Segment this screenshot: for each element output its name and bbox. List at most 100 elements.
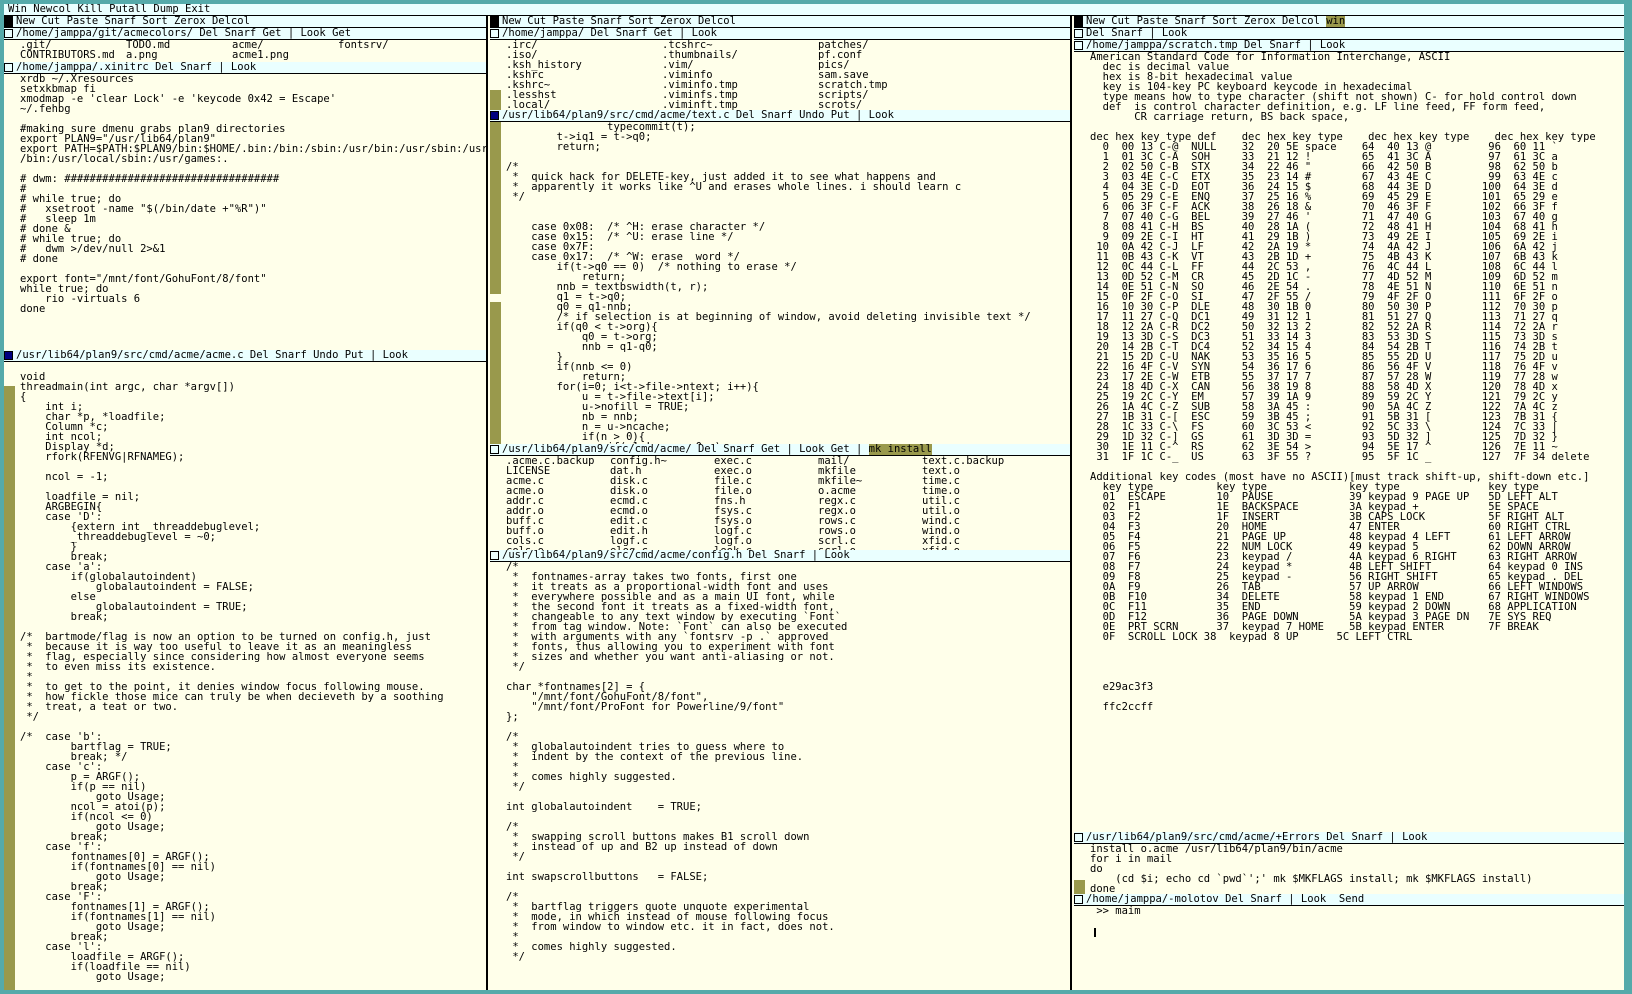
window-scratch-tmp: /home/jamppa/scratch.tmp Del Snarf | Loo… (1074, 40, 1624, 832)
scroll-thumb[interactable] (1074, 844, 1085, 880)
directory-listing[interactable]: .irc/ .iso/ .ksh_history .kshrc .kshrc~ … (506, 40, 1070, 110)
window-handle[interactable] (4, 351, 13, 360)
column-tag-text[interactable]: New Cut Paste Snarf Sort Zerox Delcol wi… (1086, 16, 1346, 27)
scroll-thumb[interactable] (4, 40, 15, 62)
window-tag[interactable]: /home/jamppa/git/acmecolors/ Del Snarf G… (4, 28, 486, 40)
text-body[interactable]: install o.acme /usr/lib64/plan9/bin/acme… (1090, 844, 1624, 894)
column-tag[interactable]: New Cut Paste Snarf Sort Zerox Delcol wi… (1074, 16, 1624, 28)
column-tag[interactable]: New Cut Paste Snarf Sort Zerox Delcol (4, 16, 486, 28)
window-handle[interactable] (4, 29, 13, 38)
window-handle[interactable] (490, 551, 499, 560)
scrollbar[interactable] (490, 40, 501, 110)
listing-column[interactable]: patches/ pf.conf pics/ sam.save scratch.… (818, 40, 974, 110)
scrollbar[interactable] (1074, 52, 1085, 832)
row-tag-text[interactable]: Win Newcol Kill Putall Dump Exit (8, 4, 210, 15)
column-handle[interactable] (490, 16, 499, 27)
scroll-thumb[interactable] (490, 40, 501, 90)
window-molotov: /home/jamppa/-molotov Del Snarf | Look S… (1074, 894, 1624, 990)
column-handle[interactable] (1074, 16, 1083, 27)
scroll-thumb[interactable] (490, 562, 501, 990)
column-handle[interactable] (4, 16, 13, 27)
scroll-thumb[interactable] (490, 294, 501, 302)
window-tag[interactable]: /usr/lib64/plan9/src/cmd/acme/config.h D… (490, 550, 1070, 562)
column-tag[interactable]: New Cut Paste Snarf Sort Zerox Delcol (490, 16, 1070, 28)
window-tag[interactable]: /home/jamppa/-molotov Del Snarf | Look S… (1074, 894, 1624, 906)
window-errors: /usr/lib64/plan9/src/cmd/acme/+Errors De… (1074, 832, 1624, 894)
scroll-thumb[interactable] (4, 362, 15, 386)
text-cursor (1094, 928, 1096, 937)
window-handle[interactable] (1074, 833, 1083, 842)
column-tag-text[interactable]: New Cut Paste Snarf Sort Zerox Delcol (16, 16, 250, 26)
window-acmecolors-dir: /home/jamppa/git/acmecolors/ Del Snarf G… (4, 28, 486, 62)
directory-listing[interactable]: .acme.c.backup LICENSE acme.c acme.o add… (506, 456, 1070, 550)
scrollbar[interactable] (4, 40, 15, 62)
listing-column[interactable]: mail/ mkfile mkfile~ o.acme regx.c regx.… (818, 456, 922, 550)
window-unnamed: Del Snarf | Look (1074, 28, 1624, 40)
scrollbar[interactable] (4, 362, 15, 990)
listing-column[interactable]: config.h~ dat.h disk.c disk.o ecmd.c ecm… (610, 456, 714, 550)
column-2: New Cut Paste Snarf Sort Zerox Delcol /h… (490, 16, 1070, 990)
window-handle[interactable] (1074, 29, 1083, 38)
window-handle[interactable] (490, 445, 499, 454)
window-tag-text[interactable]: Del Snarf | Look (1086, 28, 1187, 38)
column-tag-text[interactable]: New Cut Paste Snarf Sort Zerox Delcol (502, 16, 736, 26)
window-tag[interactable]: /usr/lib64/plan9/src/cmd/acme/acme.c Del… (4, 350, 486, 362)
listing-column[interactable]: .tcshrc~ .thumbnails/ .vim/ .viminfo .vi… (662, 40, 818, 110)
text-body[interactable]: /* * fontnames-array takes two fonts, fi… (506, 562, 1070, 990)
text-body[interactable]: xrdb ~/.Xresources setxkbmap fi xmodmap … (20, 74, 486, 350)
win-command-selection[interactable]: win (1326, 16, 1346, 27)
window-tag-text[interactable]: /usr/lib64/plan9/src/cmd/acme/config.h D… (502, 550, 850, 560)
scroll-thumb[interactable] (4, 74, 15, 350)
window-tag-text[interactable]: /usr/lib64/plan9/src/cmd/acme/+Errors De… (1086, 832, 1427, 842)
listing-column[interactable]: exec.c exec.o file.c file.o fns.h fsys.c… (714, 456, 818, 550)
scrollbar[interactable] (1074, 844, 1085, 894)
window-tag-text[interactable]: /home/jamppa/scratch.tmp Del Snarf | Loo… (1086, 40, 1345, 50)
text-body[interactable]: typecommit(t); t->iq1 = t->q0; return; /… (506, 122, 1070, 444)
listing-column[interactable]: TODO.md a.png (126, 40, 232, 62)
scroll-thumb[interactable] (1074, 52, 1085, 832)
scroll-thumb[interactable] (490, 456, 501, 550)
window-tag[interactable]: /usr/lib64/plan9/src/cmd/acme/ Del Snarf… (490, 444, 1070, 456)
window-handle[interactable] (1074, 895, 1083, 904)
listing-column[interactable]: .irc/ .iso/ .ksh_history .kshrc .kshrc~ … (506, 40, 662, 110)
listing-column[interactable]: acme/ acme1.png (232, 40, 338, 62)
window-tag-text[interactable]: /usr/lib64/plan9/src/cmd/acme/ Del Snarf… (502, 444, 932, 455)
window-tag[interactable]: /home/jamppa/scratch.tmp Del Snarf | Loo… (1074, 40, 1624, 52)
window-handle[interactable] (1074, 41, 1083, 50)
scrollbar[interactable] (490, 562, 501, 990)
listing-column[interactable]: text.c.backup text.o time.c time.o util.… (922, 456, 1026, 550)
window-tag-text[interactable]: /home/jamppa/-molotov Del Snarf | Look S… (1086, 894, 1364, 904)
column-separator[interactable] (1070, 16, 1072, 990)
window-tag-text[interactable]: /usr/lib64/plan9/src/cmd/acme/acme.c Del… (16, 350, 408, 360)
window-tag[interactable]: /home/jamppa/.xinitrc Del Snarf | Look (4, 62, 486, 74)
listing-column[interactable]: .acme.c.backup LICENSE acme.c acme.o add… (506, 456, 610, 550)
window-tag[interactable]: /usr/lib64/plan9/src/cmd/acme/+Errors De… (1074, 832, 1624, 844)
window-xinitrc: /home/jamppa/.xinitrc Del Snarf | Look x… (4, 62, 486, 350)
acme-frame: Win Newcol Kill Putall Dump Exit New Cut… (4, 4, 1624, 990)
window-tag-text[interactable]: /usr/lib64/plan9/src/cmd/acme/text.c Del… (502, 110, 894, 120)
window-handle[interactable] (490, 29, 499, 38)
column-separator[interactable] (486, 16, 488, 990)
window-handle[interactable] (490, 111, 499, 120)
row-tag[interactable]: Win Newcol Kill Putall Dump Exit (4, 4, 1624, 16)
window-tag[interactable]: /usr/lib64/plan9/src/cmd/acme/text.c Del… (490, 110, 1070, 122)
window-tag-text[interactable]: /home/jamppa/git/acmecolors/ Del Snarf G… (16, 28, 351, 38)
scrollbar[interactable] (490, 122, 501, 444)
scroll-thumb[interactable] (1074, 906, 1085, 990)
mk-install-selection[interactable]: mk install (868, 444, 932, 455)
window-tag-text[interactable]: /home/jamppa/ Del Snarf Get | Look (502, 28, 717, 38)
directory-listing[interactable]: .git/ CONTRIBUTORS.md TODO.md a.png acme… (20, 40, 486, 62)
scrollbar[interactable] (4, 74, 15, 350)
window-handle[interactable] (4, 63, 13, 72)
scrollbar[interactable] (1074, 906, 1085, 990)
window-tag[interactable]: Del Snarf | Look (1074, 28, 1624, 40)
column-3: New Cut Paste Snarf Sort Zerox Delcol wi… (1074, 16, 1624, 990)
listing-column[interactable]: fontsrv/ (338, 40, 444, 62)
listing-column[interactable]: .git/ CONTRIBUTORS.md (20, 40, 126, 62)
scrollbar[interactable] (490, 456, 501, 550)
text-body[interactable]: American Standard Code for Information I… (1090, 52, 1624, 832)
text-body[interactable]: void threadmain(int argc, char *argv[]) … (20, 362, 486, 990)
text-body[interactable]: >> maim (1090, 906, 1624, 990)
window-tag[interactable]: /home/jamppa/ Del Snarf Get | Look (490, 28, 1070, 40)
window-tag-text[interactable]: /home/jamppa/.xinitrc Del Snarf | Look (16, 62, 256, 72)
